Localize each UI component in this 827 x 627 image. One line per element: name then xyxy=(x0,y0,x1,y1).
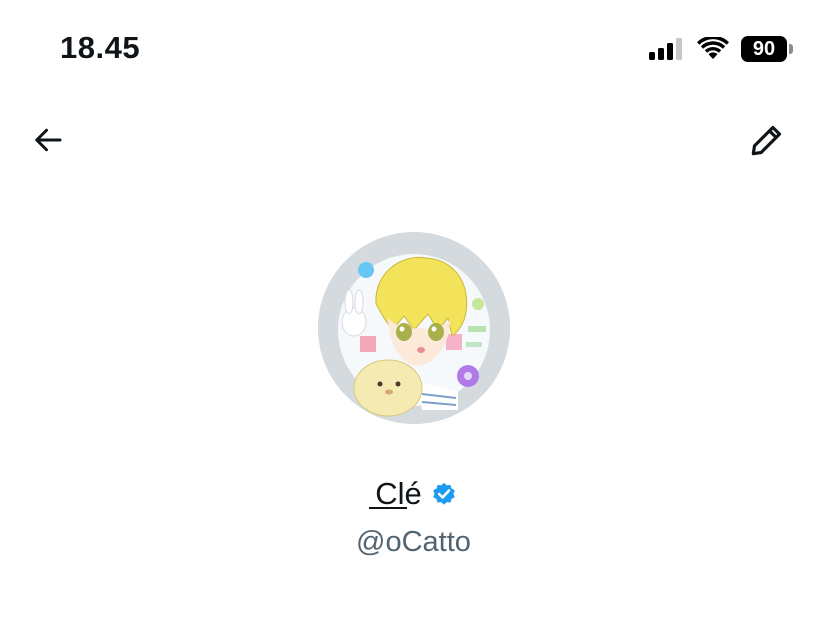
avatar-image xyxy=(318,232,510,424)
status-bar: 18.45 90 xyxy=(0,0,827,100)
status-icons: 90 xyxy=(649,36,793,62)
battery-level: 90 xyxy=(741,36,787,62)
battery-icon: 90 xyxy=(741,36,793,62)
battery-cap xyxy=(789,44,793,54)
cellular-signal-icon xyxy=(649,38,682,60)
pencil-icon xyxy=(751,125,782,156)
edit-button[interactable] xyxy=(747,120,787,160)
verified-badge-icon[interactable] xyxy=(430,480,458,508)
profile-handle: @oCatto xyxy=(356,526,471,558)
status-time: 18.45 xyxy=(60,30,141,65)
profile-name-row: Clé xyxy=(0,476,827,512)
wifi-icon xyxy=(697,37,729,59)
back-arrow-icon xyxy=(35,128,62,152)
back-button[interactable] xyxy=(28,120,68,160)
avatar[interactable] xyxy=(318,232,510,424)
profile-name: Clé xyxy=(369,476,422,512)
